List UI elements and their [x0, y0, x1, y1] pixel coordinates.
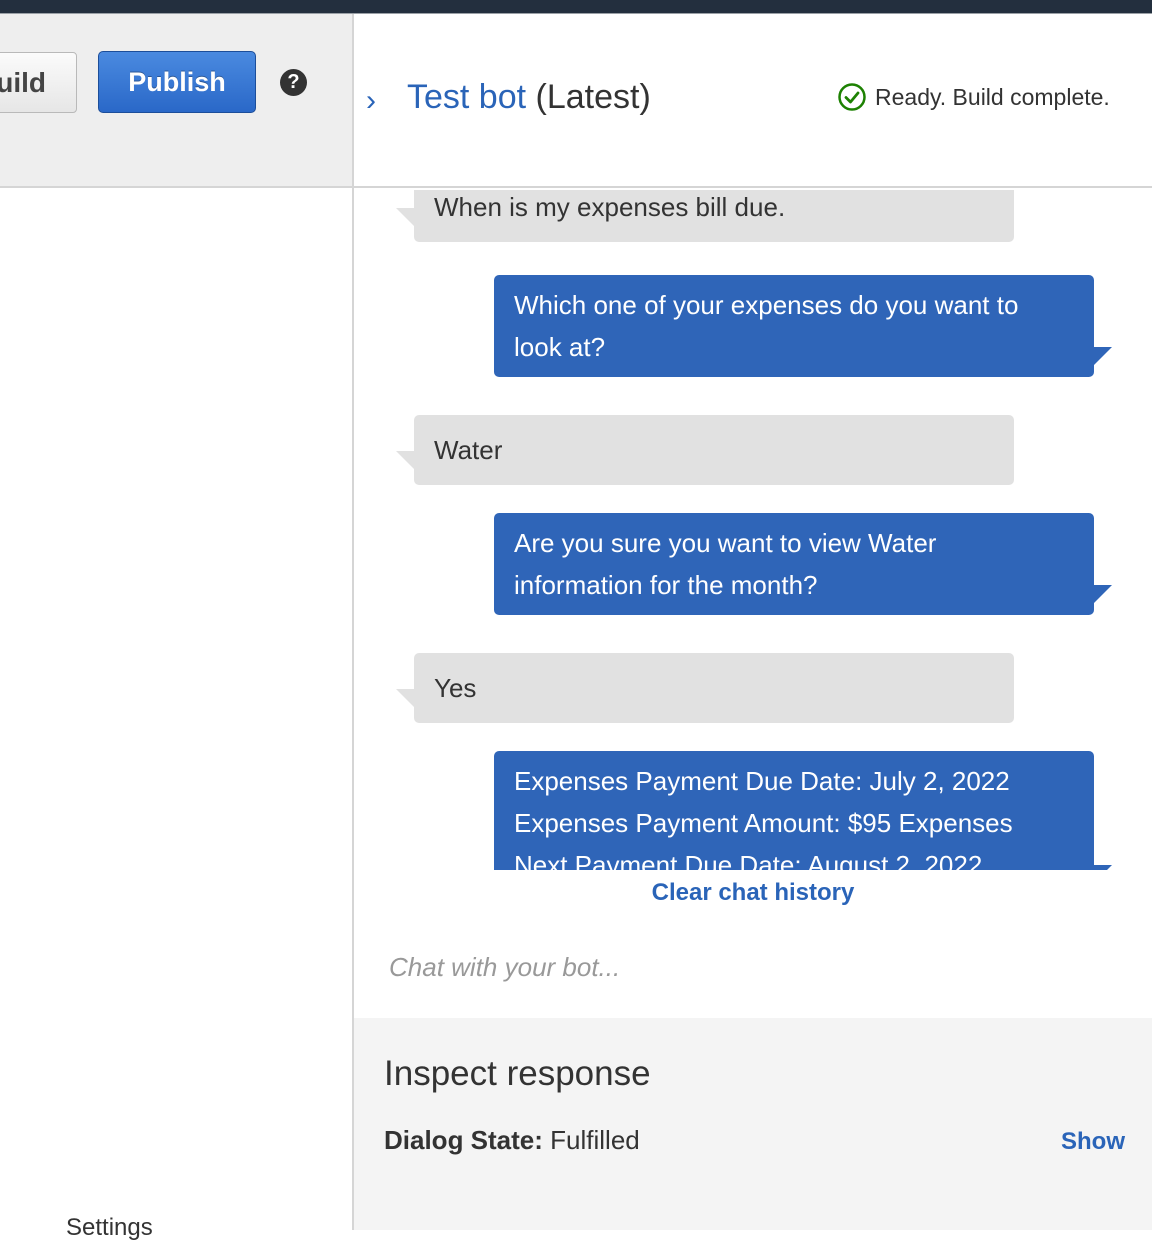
message-line: look at? — [514, 332, 606, 362]
user-message: Yes — [396, 653, 1014, 723]
bot-message: Expenses Payment Due Date: July 2, 2022 … — [494, 751, 1112, 870]
message-line: Expenses Payment Due Date: July 2, 2022 — [514, 766, 1010, 796]
test-bot-title: Test bot (Latest) — [407, 78, 651, 117]
bot-message: Are you sure you want to view Water info… — [494, 513, 1112, 615]
test-bot-header: › Test bot (Latest) Ready. Build complet… — [354, 14, 1152, 188]
user-message: When is my expenses bill due. — [396, 190, 1014, 242]
message-line: information for the month? — [514, 570, 818, 600]
chat-history[interactable]: When is my expenses bill due. Which one … — [354, 190, 1152, 870]
test-bot-panel: › Test bot (Latest) Ready. Build complet… — [354, 14, 1152, 1230]
show-details-link[interactable]: Show — [1061, 1128, 1125, 1156]
message-line: Which one of your expenses do you want t… — [514, 290, 1019, 320]
build-button[interactable]: Build — [0, 52, 77, 113]
message-text: Yes — [434, 673, 477, 703]
bot-message: Which one of your expenses do you want t… — [494, 275, 1112, 377]
chevron-right-icon[interactable]: › — [366, 86, 376, 116]
message-line: Are you sure you want to view Water — [514, 528, 937, 558]
message-text: When is my expenses bill due. — [434, 192, 786, 222]
dialog-state: Dialog State: Fulfilled — [384, 1125, 640, 1156]
inspect-response-panel: Inspect response Dialog State: Fulfilled… — [354, 1018, 1152, 1230]
build-status: Ready. Build complete. — [837, 82, 1110, 112]
dialog-state-label: Dialog State: — [384, 1125, 543, 1155]
bot-version: (Latest) — [535, 78, 651, 116]
clear-chat-history-link[interactable]: Clear chat history — [354, 879, 1152, 907]
top-navigation-bar — [0, 0, 1152, 14]
left-pane: Build Publish ? Settings — [0, 14, 353, 1241]
publish-button[interactable]: Publish — [98, 51, 256, 113]
message-text: Water — [434, 435, 503, 465]
bot-name: Test bot — [407, 78, 527, 116]
settings-label[interactable]: Settings — [66, 1214, 153, 1242]
message-line: Next Payment Due Date: August 2, 2022 — [514, 850, 983, 870]
status-text: Ready. Build complete. — [875, 83, 1110, 110]
inspect-response-title: Inspect response — [384, 1054, 651, 1093]
user-message: Water — [396, 415, 1014, 485]
message-line: Expenses Payment Amount: $95 Expenses — [514, 808, 1013, 838]
editor-toolbar: Build Publish ? — [0, 14, 353, 188]
dialog-state-value: Fulfilled — [550, 1125, 640, 1155]
check-circle-icon — [838, 83, 866, 111]
chat-input[interactable] — [374, 939, 1134, 995]
question-circle-icon[interactable]: ? — [280, 69, 307, 96]
